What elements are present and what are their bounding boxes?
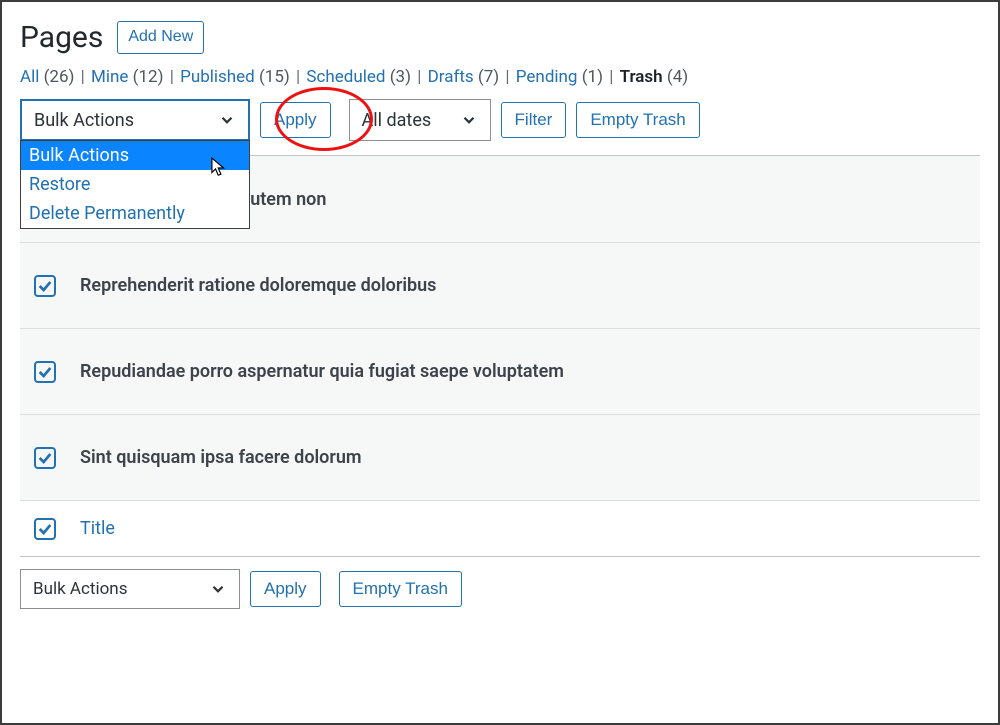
bulk-actions-select-wrap: Bulk Actions Bulk Actions Restore Delete… <box>20 99 250 141</box>
bulk-actions-selected: Bulk Actions <box>34 110 134 131</box>
bottom-toolbar: Bulk Actions Apply Empty Trash <box>20 569 980 609</box>
bulk-actions-select-wrap-bottom: Bulk Actions <box>20 569 240 609</box>
row-checkbox[interactable] <box>34 275 56 297</box>
filter-trash[interactable]: Trash (4) <box>620 67 689 87</box>
column-title-header[interactable]: Title <box>80 518 115 539</box>
date-filter-selected: All dates <box>362 110 432 131</box>
table-row: Reprehenderit ratione doloremque dolorib… <box>20 242 980 328</box>
bulk-option-delete-permanently[interactable]: Delete Permanently <box>21 199 249 228</box>
chevron-down-icon <box>460 111 478 129</box>
apply-button-top[interactable]: Apply <box>260 102 331 138</box>
filter-button[interactable]: Filter <box>501 102 567 138</box>
filter-drafts[interactable]: Drafts (7) <box>428 67 500 87</box>
row-title: Repudiandae porro aspernatur quia fugiat… <box>80 361 564 382</box>
table-row: Repudiandae porro aspernatur quia fugiat… <box>20 328 980 414</box>
add-new-button[interactable]: Add New <box>117 21 204 53</box>
date-filter-select-wrap: All dates <box>349 99 491 141</box>
bulk-option-restore[interactable]: Restore <box>21 170 249 199</box>
row-checkbox[interactable] <box>34 447 56 469</box>
status-filter-links: All (26) | Mine (12) | Published (15) | … <box>20 67 980 87</box>
table-footer-header: Title <box>20 500 980 556</box>
pages-admin-screen: Pages Add New All (26) | Mine (12) | Pub… <box>0 0 1000 725</box>
page-title: Pages <box>20 20 103 55</box>
bulk-actions-selected-bottom: Bulk Actions <box>33 579 127 599</box>
filter-mine[interactable]: Mine (12) <box>91 67 163 87</box>
date-filter-select[interactable]: All dates <box>349 99 491 141</box>
chevron-down-icon <box>218 111 236 129</box>
bulk-option-bulk-actions[interactable]: Bulk Actions <box>21 141 249 170</box>
row-checkbox[interactable] <box>34 361 56 383</box>
row-title: Sint quisquam ipsa facere dolorum <box>80 447 362 468</box>
filter-pending[interactable]: Pending (1) <box>516 67 603 87</box>
filter-published[interactable]: Published (15) <box>180 67 290 87</box>
empty-trash-button-bottom[interactable]: Empty Trash <box>339 571 462 607</box>
bulk-actions-dropdown: Bulk Actions Restore Delete Permanently <box>20 140 250 229</box>
filter-all[interactable]: All (26) <box>20 67 74 87</box>
apply-button-bottom[interactable]: Apply <box>250 571 321 607</box>
table-row: Sint quisquam ipsa facere dolorum <box>20 414 980 500</box>
filter-scheduled[interactable]: Scheduled (3) <box>306 67 411 87</box>
bulk-actions-select[interactable]: Bulk Actions <box>20 99 250 141</box>
top-toolbar: Bulk Actions Bulk Actions Restore Delete… <box>20 99 980 141</box>
empty-trash-button-top[interactable]: Empty Trash <box>576 102 699 138</box>
row-title: Reprehenderit ratione doloremque dolorib… <box>80 275 436 296</box>
select-all-checkbox[interactable] <box>34 518 56 540</box>
chevron-down-icon <box>209 580 227 598</box>
page-header: Pages Add New <box>20 20 980 55</box>
bulk-actions-select-bottom[interactable]: Bulk Actions <box>20 569 240 609</box>
